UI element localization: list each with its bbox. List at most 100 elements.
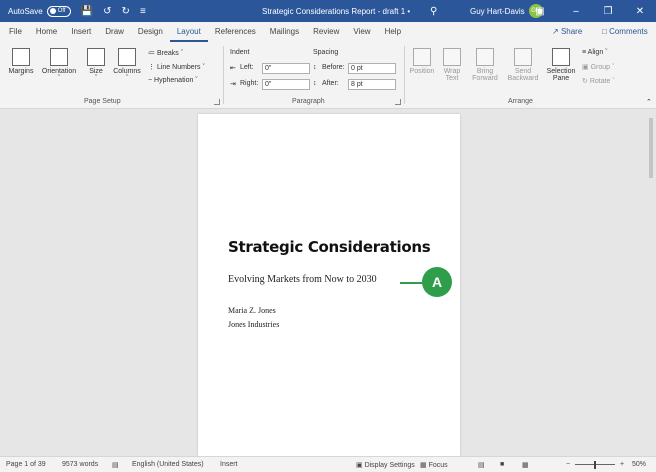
customize-qat-icon[interactable]: ≡ xyxy=(140,6,146,17)
wrap-text-label: Wrap Text xyxy=(443,68,461,82)
page-setup-launcher-icon[interactable] xyxy=(214,99,220,105)
indent-left-label: Left: xyxy=(240,64,254,71)
breaks-button[interactable]: ≔ Breaks ˇ xyxy=(148,49,183,57)
focus-button[interactable]: ▦ Focus xyxy=(420,461,448,469)
language-indicator[interactable]: English (United States) xyxy=(132,461,204,468)
bring-forward-icon xyxy=(476,48,494,66)
group-button[interactable]: ▣ Group ˇ xyxy=(582,63,614,71)
tab-review[interactable]: Review xyxy=(306,22,346,42)
breaks-icon: ≔ xyxy=(148,50,157,57)
group-icon: ▣ xyxy=(582,64,591,71)
chevron-down-icon: ˇ xyxy=(94,75,98,82)
size-label: Size xyxy=(89,68,103,75)
tab-design[interactable]: Design xyxy=(131,22,170,42)
comments-button[interactable]: □ Comments xyxy=(602,27,648,36)
proofing-icon[interactable]: ▤ xyxy=(112,461,119,469)
zoom-in-icon[interactable]: + xyxy=(620,461,624,468)
scrollbar-thumb[interactable] xyxy=(649,118,653,178)
tab-file[interactable]: File xyxy=(2,22,29,42)
columns-button[interactable]: Columns ˇ xyxy=(110,48,144,82)
tab-help[interactable]: Help xyxy=(378,22,408,42)
margins-icon xyxy=(12,48,30,66)
size-button[interactable]: Size ˇ xyxy=(84,48,108,82)
tab-draw[interactable]: Draw xyxy=(98,22,131,42)
callout-badge: A xyxy=(422,267,452,297)
position-icon xyxy=(413,48,431,66)
align-label: Align xyxy=(587,49,604,56)
display-settings-button[interactable]: ▣ Display Settings xyxy=(356,461,415,469)
zoom-out-icon[interactable]: − xyxy=(566,461,570,468)
indent-left-input[interactable]: 0" xyxy=(262,63,310,74)
spacing-before-label: Before: xyxy=(322,64,345,71)
spacing-before-icon: ↕ xyxy=(313,64,317,71)
spacing-before-input[interactable]: 0 pt xyxy=(348,63,396,74)
document-author[interactable]: Maria Z. Jones xyxy=(228,306,276,315)
insert-mode[interactable]: Insert xyxy=(220,461,238,468)
ribbon: Margins ˇ Orientation ˇ Size ˇ Columns ˇ ≔ B… xyxy=(0,42,656,109)
spacing-heading: Spacing xyxy=(313,49,339,56)
page-count[interactable]: Page 1 of 39 xyxy=(6,461,46,468)
share-button[interactable]: ↗ Share xyxy=(552,27,582,36)
web-layout-icon[interactable]: ▦ xyxy=(522,461,529,469)
hyphenation-button[interactable]: − Hyphenation ˇ xyxy=(148,77,198,84)
align-button[interactable]: ≡ Align ˇ xyxy=(582,49,608,56)
document-heading[interactable]: Strategic Considerations xyxy=(228,238,431,256)
margins-button[interactable]: Margins ˇ xyxy=(6,48,36,82)
selection-pane-label: Selection Pane xyxy=(546,68,576,82)
print-layout-icon[interactable]: ■ xyxy=(500,461,504,468)
zoom-level[interactable]: 50% xyxy=(632,461,646,468)
indent-right-icon: ⇥ xyxy=(230,81,236,88)
undo-icon[interactable]: ↺ xyxy=(103,6,111,17)
arrange-group-label: Arrange xyxy=(508,98,533,105)
zoom-slider-thumb[interactable] xyxy=(594,461,596,469)
send-backward-button[interactable]: Send Backward xyxy=(504,48,542,82)
tab-layout[interactable]: Layout xyxy=(169,22,208,42)
read-mode-icon[interactable]: ▤ xyxy=(478,461,485,469)
selection-pane-icon xyxy=(552,48,570,66)
minimize-icon[interactable]: – xyxy=(562,0,590,22)
indent-right-label: Right: xyxy=(240,80,259,87)
chevron-down-icon: ˇ xyxy=(19,75,23,82)
send-backward-label: Send Backward xyxy=(507,68,539,82)
word-count[interactable]: 9573 words xyxy=(62,461,98,468)
chevron-down-icon: ˇ xyxy=(57,75,61,82)
user-name: Guy Hart-Davis xyxy=(470,6,525,16)
document-page[interactable]: Strategic Considerations Evolving Market… xyxy=(198,114,460,456)
paragraph-launcher-icon[interactable] xyxy=(395,99,401,105)
bring-forward-button[interactable]: Bring Forward xyxy=(468,48,502,82)
search-icon[interactable]: ⚲ xyxy=(430,6,437,17)
tab-home[interactable]: Home xyxy=(29,22,64,42)
restore-icon[interactable]: ❐ xyxy=(594,0,622,22)
save-icon[interactable]: 💾 xyxy=(81,6,93,17)
position-button[interactable]: Position xyxy=(408,48,436,75)
document-area: Strategic Considerations Evolving Market… xyxy=(0,109,656,456)
line-numbers-button[interactable]: ⋮ Line Numbers ˇ xyxy=(148,63,205,71)
tab-references[interactable]: References xyxy=(208,22,263,42)
toggle-knob xyxy=(49,8,56,14)
document-subtitle[interactable]: Evolving Markets from Now to 2030 xyxy=(228,274,377,285)
orientation-label: Orientation xyxy=(41,68,77,75)
selection-pane-button[interactable]: Selection Pane xyxy=(544,48,578,82)
document-company[interactable]: Jones Industries xyxy=(228,320,279,329)
orientation-button[interactable]: Orientation ˇ xyxy=(38,48,80,82)
wrap-text-button[interactable]: Wrap Text xyxy=(438,48,466,82)
autosave-state: Off xyxy=(57,8,66,14)
tab-mailings[interactable]: Mailings xyxy=(263,22,306,42)
columns-label: Columns xyxy=(113,68,141,75)
vertical-scrollbar[interactable] xyxy=(648,112,654,452)
redo-icon[interactable]: ↻ xyxy=(122,6,130,17)
indent-right-input[interactable]: 0" xyxy=(262,79,310,90)
separator xyxy=(223,46,224,104)
close-icon[interactable]: ✕ xyxy=(626,0,654,22)
group-label: Group xyxy=(590,64,611,71)
tab-insert[interactable]: Insert xyxy=(64,22,98,42)
display-settings-label: Display Settings xyxy=(364,462,415,469)
tab-view[interactable]: View xyxy=(346,22,377,42)
spacing-after-input[interactable]: 8 pt xyxy=(348,79,396,90)
rotate-button[interactable]: ↻ Rotate ˇ xyxy=(582,77,615,85)
collapse-ribbon-icon[interactable]: ⌃ xyxy=(646,98,652,106)
chevron-down-icon: ˇ xyxy=(125,75,129,82)
wrap-text-icon xyxy=(443,48,461,66)
autosave-toggle[interactable]: Off xyxy=(46,5,71,17)
ribbon-display-options-icon[interactable]: ▣ xyxy=(526,0,554,22)
